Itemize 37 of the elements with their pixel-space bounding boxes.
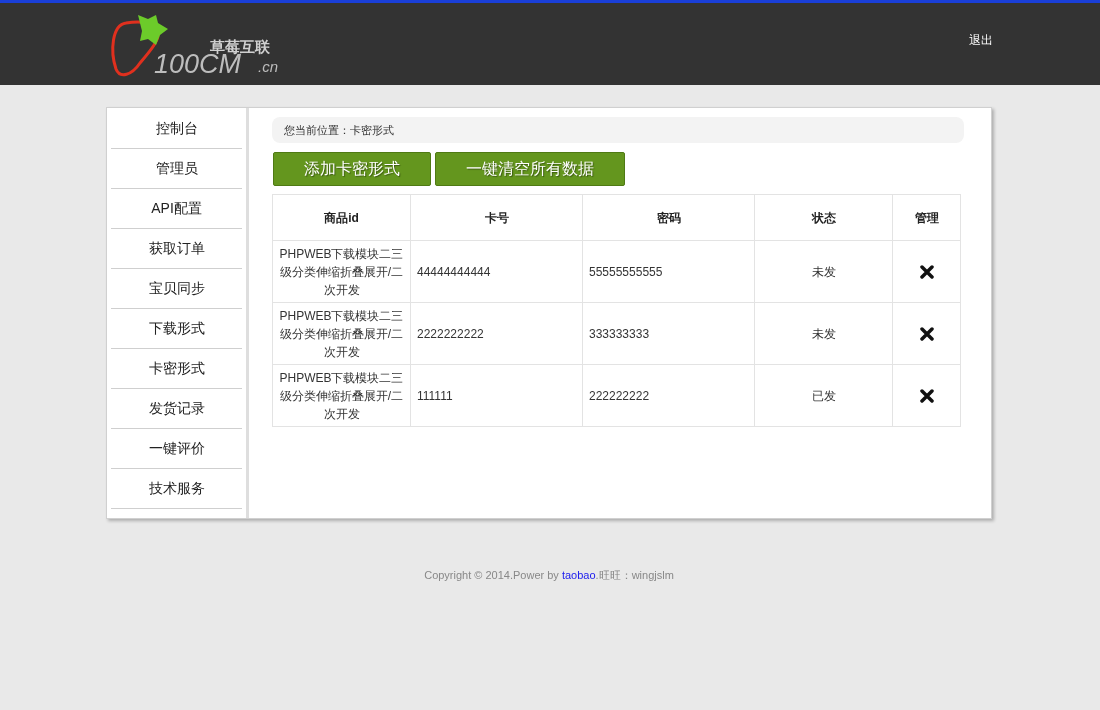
logo-domain: .cn: [258, 59, 278, 74]
column-header: 卡号: [410, 194, 583, 241]
sidebar-item[interactable]: 宝贝同步: [148, 278, 205, 299]
clear-all-button[interactable]: 一键清空所有数据: [435, 152, 625, 186]
column-header: 密码: [582, 194, 755, 241]
delete-icon[interactable]: [919, 265, 934, 280]
sidebar-item[interactable]: 技术服务: [148, 478, 205, 499]
column-header: 管理: [892, 194, 961, 241]
column-header: 商品id: [272, 194, 411, 241]
table-cell: 111111: [410, 364, 583, 427]
table-cell: PHPWEB下载模块二三级分类伸缩折叠展开/二次开发: [272, 240, 411, 303]
sidebar-item[interactable]: API配置: [151, 198, 202, 219]
logout-link[interactable]: 退出: [969, 31, 993, 49]
breadcrumb-text: 您当前位置：卡密形式: [284, 122, 394, 138]
sidebar-item[interactable]: 控制台: [155, 118, 198, 139]
table-cell: 44444444444: [410, 240, 583, 303]
taobao-link[interactable]: taobao: [561, 569, 596, 581]
table-cell: PHPWEB下载模块二三级分类伸缩折叠展开/二次开发: [272, 302, 411, 365]
sidebar-item[interactable]: 管理员: [155, 158, 198, 179]
delete-icon[interactable]: [919, 389, 934, 404]
table-cell: 333333333: [582, 302, 755, 365]
copyright-text: Copyright © 2014.Power by taobao.旺旺：wingjslm: [423, 568, 675, 583]
sidebar-item[interactable]: 获取订单: [148, 238, 205, 259]
table-cell: PHPWEB下载模块二三级分类伸缩折叠展开/二次开发: [272, 364, 411, 427]
table-cell: 222222222: [582, 364, 755, 427]
table-cell: 未发: [754, 302, 893, 365]
sidebar-item[interactable]: 一键评价: [148, 438, 205, 459]
table-cell: 已发: [754, 364, 893, 427]
table-cell: 未发: [754, 240, 893, 303]
sidebar-item[interactable]: 卡密形式: [148, 358, 205, 379]
sidebar-item[interactable]: 发货记录: [148, 398, 205, 419]
delete-icon[interactable]: [919, 327, 934, 342]
sidebar-item[interactable]: 下载形式: [148, 318, 205, 339]
column-header: 状态: [754, 194, 893, 241]
table-cell: 2222222222: [410, 302, 583, 365]
table-cell: 55555555555: [582, 240, 755, 303]
add-button[interactable]: 添加卡密形式: [273, 152, 431, 186]
